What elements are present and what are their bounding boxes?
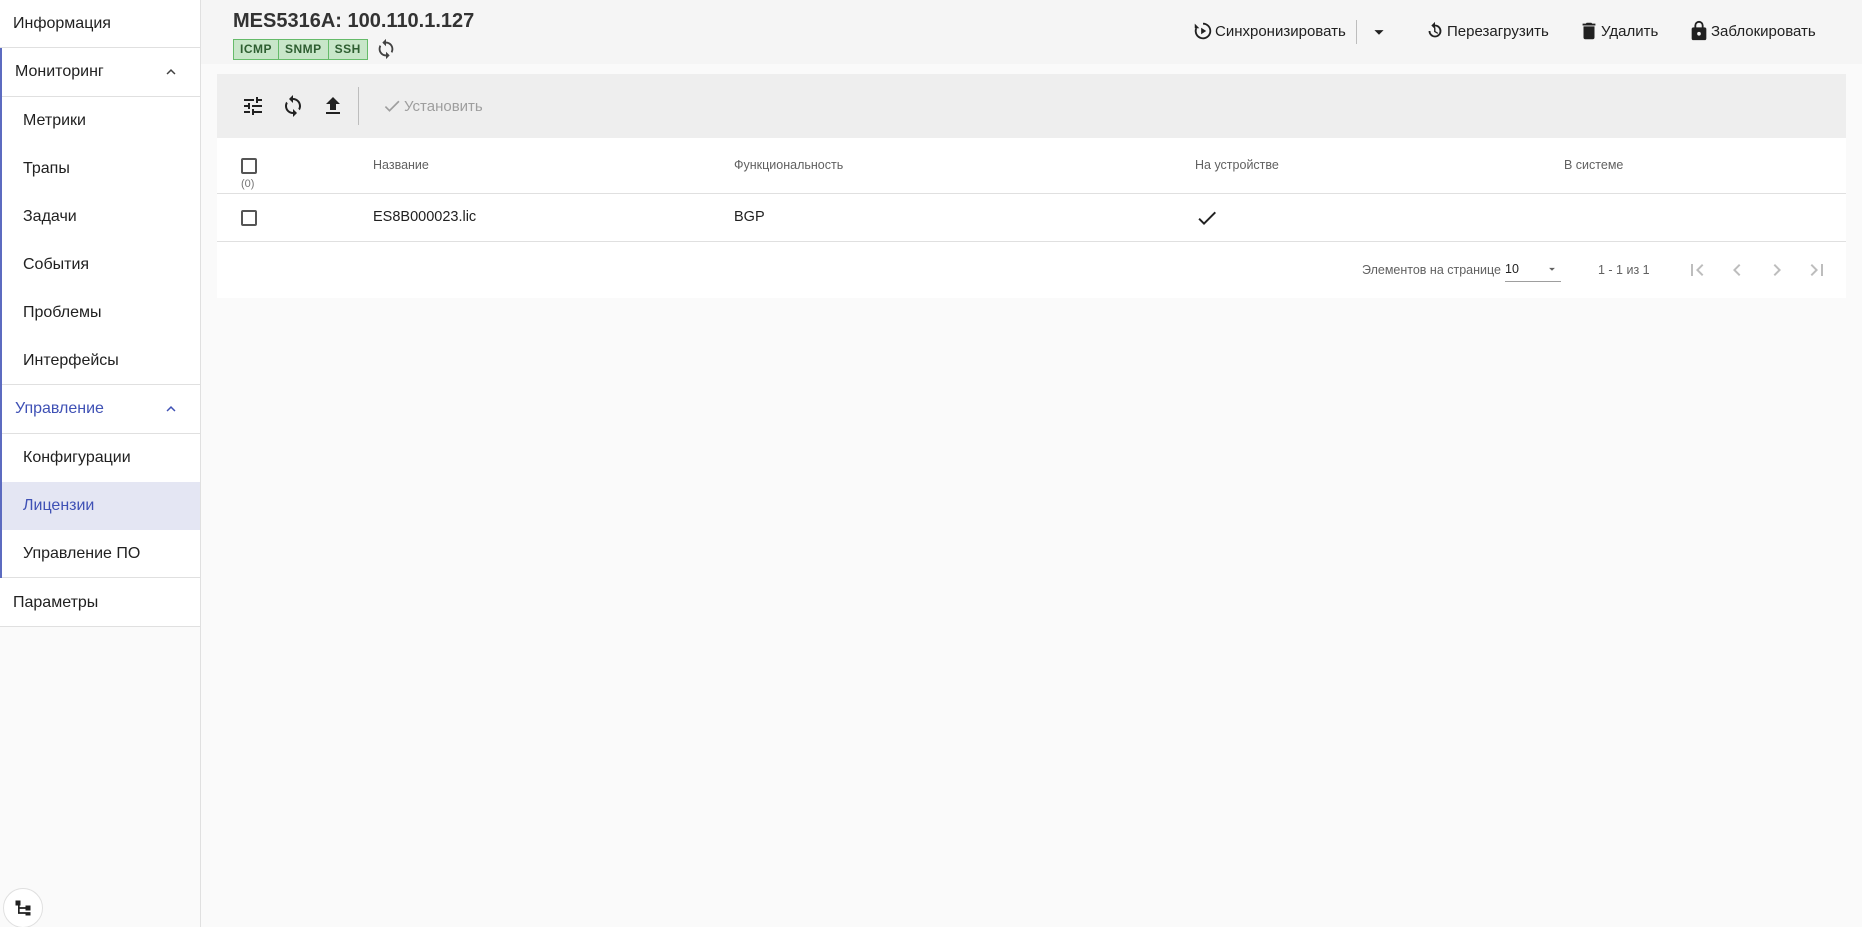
licenses-table: (0) Название Функциональность На устройс… [217, 138, 1846, 298]
paginator: Элементов на странице 10 1 - 1 из 1 [217, 242, 1846, 298]
upload-icon [326, 97, 340, 114]
next-page-icon[interactable] [1765, 258, 1789, 282]
check-icon [384, 100, 400, 112]
install-button[interactable]: Установить [382, 96, 483, 116]
sidebar-item-events[interactable]: События [2, 241, 200, 289]
sidebar-group-monitoring: Мониторинг Метрики Трапы Задачи События … [0, 48, 200, 385]
lock-button-label: Заблокировать [1711, 22, 1816, 40]
licenses-toolbar: Установить [217, 74, 1846, 138]
filter-button[interactable] [241, 94, 265, 118]
column-header-functionality[interactable]: Функциональность [734, 158, 843, 172]
sidebar-item-problems[interactable]: Проблемы [2, 289, 200, 337]
table-header-row: (0) Название Функциональность На устройс… [217, 138, 1846, 194]
sidebar-item-licenses[interactable]: Лицензии [2, 482, 200, 530]
functionality-cell: BGP [734, 209, 765, 225]
tree-icon [15, 900, 31, 916]
previous-page-icon[interactable] [1725, 258, 1749, 282]
sidebar: Информация Мониторинг Метрики Трапы Зада… [0, 0, 201, 927]
trash-icon [1582, 22, 1596, 40]
check-icon [1198, 211, 1216, 225]
sidebar-group-monitoring-label: Мониторинг [15, 63, 104, 80]
row-checkbox[interactable] [241, 210, 257, 226]
chevron-up-icon [166, 406, 176, 412]
reboot-button[interactable]: Перезагрузить [1424, 20, 1549, 42]
sidebar-item-parameters[interactable]: Параметры [0, 578, 200, 627]
column-header-on-device[interactable]: На устройстве [1195, 158, 1279, 172]
items-per-page-label: Элементов на странице [1362, 263, 1501, 277]
license-name-cell: ES8B000023.lic [373, 209, 477, 225]
delete-button-label: Удалить [1601, 22, 1659, 40]
refresh-button[interactable] [281, 94, 305, 118]
device-header: MES5316A: 100.110.1.127 ICMP SNMP SSH Си… [201, 0, 1862, 64]
selected-count: (0) [241, 178, 255, 190]
refresh-icon [285, 95, 301, 117]
reboot-button-label: Перезагрузить [1447, 22, 1549, 40]
sidebar-item-tasks[interactable]: Задачи [2, 193, 200, 241]
lock-icon [1691, 20, 1707, 41]
restart-icon [1428, 21, 1442, 38]
tune-icon [244, 97, 262, 115]
sidebar-group-management-header[interactable]: Управление [2, 385, 200, 434]
sidebar-group-management-label: Управление [15, 400, 104, 417]
toolbar-divider [358, 87, 359, 125]
sync-play-icon [1194, 22, 1212, 40]
sidebar-item-configurations[interactable]: Конфигурации [2, 434, 200, 482]
page-range-label: 1 - 1 из 1 [1598, 263, 1650, 277]
page-size-value: 10 [1505, 262, 1519, 276]
header-actions: Синхронизировать Перезагрузить Удалить З… [0, 20, 1862, 44]
dropdown-arrow-icon [1549, 267, 1555, 271]
lock-button[interactable]: Заблокировать [1688, 20, 1816, 42]
sync-button[interactable]: Синхронизировать [1192, 20, 1346, 42]
action-divider [1356, 20, 1357, 44]
chevron-up-icon [166, 69, 176, 75]
tree-view-button[interactable] [3, 888, 43, 927]
page-size-select[interactable]: 10 [1505, 256, 1561, 282]
install-button-label: Установить [404, 97, 483, 115]
delete-button[interactable]: Удалить [1578, 20, 1658, 42]
sidebar-group-monitoring-header[interactable]: Мониторинг [2, 48, 200, 97]
upload-button[interactable] [321, 94, 345, 118]
sidebar-item-metrics[interactable]: Метрики [2, 97, 200, 145]
sidebar-item-software[interactable]: Управление ПО [2, 530, 200, 578]
sync-button-label: Синхронизировать [1215, 22, 1346, 40]
sidebar-item-interfaces[interactable]: Интерфейсы [2, 337, 200, 385]
column-header-in-system[interactable]: В системе [1564, 158, 1623, 172]
first-page-icon[interactable] [1685, 258, 1709, 282]
table-row[interactable]: ES8B000023.lic BGP [217, 194, 1846, 242]
sidebar-item-traps[interactable]: Трапы [2, 145, 200, 193]
dropdown-arrow-icon[interactable] [1368, 21, 1390, 43]
sidebar-group-management: Управление Конфигурации Лицензии Управле… [0, 385, 200, 578]
select-all-checkbox[interactable] [241, 158, 257, 174]
column-header-name[interactable]: Название [373, 158, 429, 172]
last-page-icon[interactable] [1805, 258, 1829, 282]
